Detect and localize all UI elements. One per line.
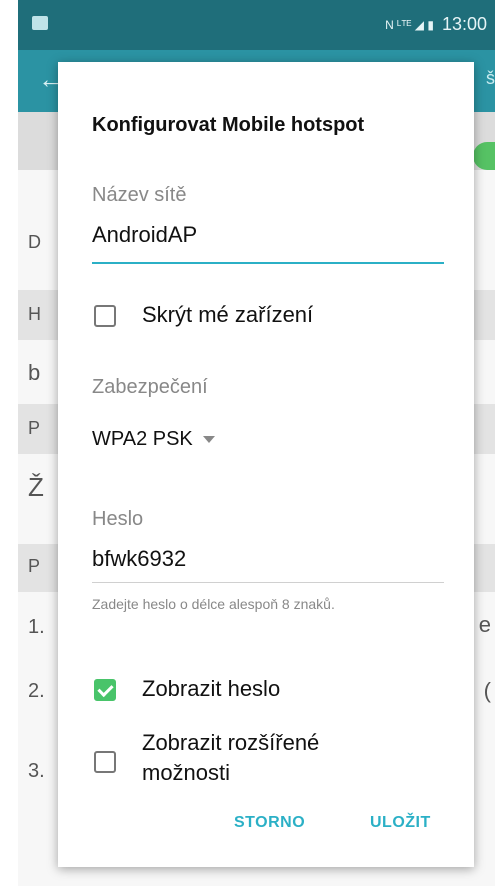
bg-row-char: H: [28, 304, 41, 324]
show-password-label[interactable]: Zobrazit heslo: [142, 674, 280, 704]
password-input[interactable]: bfwk6932: [92, 546, 186, 572]
status-time: 13:00: [441, 14, 487, 34]
hotspot-toggle[interactable]: [473, 142, 495, 170]
bg-row-char: b: [28, 360, 41, 385]
dropdown-caret-icon: [202, 436, 215, 443]
password-underline: [92, 582, 444, 583]
cancel-button[interactable]: STORNO: [234, 814, 305, 832]
status-bar: N ᴸᵀᴱ ◢ ▮ 13:00: [18, 0, 495, 50]
password-hint: Zadejte heslo o délce alespoň 8 znaků.: [92, 596, 335, 612]
status-icons: N ᴸᵀᴱ ◢ ▮: [385, 17, 434, 32]
bg-row-char: 1.: [28, 616, 45, 638]
save-button[interactable]: ULOŽIT: [370, 814, 431, 832]
hide-device-label[interactable]: Skrýt mé zařízení: [142, 300, 313, 330]
bg-row-char: 3.: [28, 760, 45, 782]
bg-row-char: D: [28, 232, 41, 252]
security-dropdown[interactable]: WPA2 PSK: [92, 428, 215, 451]
bg-right-char: (: [483, 678, 491, 703]
security-value: WPA2 PSK: [92, 428, 193, 450]
bg-right-char: e: [478, 612, 491, 637]
network-name-label: Název sítě: [92, 184, 187, 206]
bg-row-char: P: [28, 418, 41, 438]
security-label: Zabezpečení: [92, 376, 208, 398]
network-name-input[interactable]: AndroidAP: [92, 222, 197, 248]
bg-row-char: Ž: [28, 472, 44, 502]
bg-row-char: P: [28, 556, 41, 576]
advanced-options-checkbox[interactable]: [94, 751, 116, 773]
dialog-title: Konfigurovat Mobile hotspot: [92, 114, 365, 136]
hotspot-config-dialog: Konfigurovat Mobile hotspot Název sítě A…: [58, 62, 474, 867]
hide-device-checkbox[interactable]: [94, 305, 116, 327]
bg-row-char: 2.: [28, 680, 45, 702]
show-password-checkbox[interactable]: [94, 679, 116, 701]
appbar-title-fragment: š: [486, 68, 495, 88]
advanced-options-label[interactable]: Zobrazit rozšířené možnosti: [142, 728, 402, 788]
status-icons-group: N ᴸᵀᴱ ◢ ▮ 13:00: [385, 14, 487, 35]
password-label: Heslo: [92, 508, 144, 530]
network-name-underline: [92, 262, 444, 264]
notification-icon: [32, 16, 48, 30]
